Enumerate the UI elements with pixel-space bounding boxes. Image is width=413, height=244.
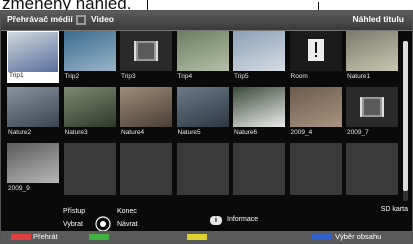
thumbnail-label: Room (290, 71, 343, 83)
yellow-button[interactable] (187, 234, 207, 240)
thumbnail-image (233, 87, 285, 127)
thumbnail-trip5[interactable]: Trip5 (233, 31, 285, 83)
scrollbar[interactable] (403, 41, 408, 201)
thumbnail-nature5[interactable]: Nature5 (177, 87, 229, 139)
empty-thumbnail-slot (64, 143, 116, 195)
app-title: Přehrávač médií (7, 14, 73, 24)
empty-thumbnail-slot (177, 143, 229, 195)
header-bar: Přehrávač médií Video Náhled titulu (1, 11, 412, 31)
thumbnail-label: Trip3 (120, 71, 173, 83)
sd-card-label: SD karta (381, 206, 408, 213)
thumbnail-label: Trip5 (233, 71, 286, 83)
thumbnail-image (7, 87, 59, 127)
thumbnail-label: Trip1 (8, 70, 59, 82)
help-back: Návrat (117, 221, 138, 228)
thumbnail-nature4[interactable]: Nature4 (120, 87, 172, 139)
scrollbar-thumb[interactable] (403, 41, 408, 191)
green-button[interactable] (89, 234, 109, 240)
thumbnail-label: Nature5 (177, 127, 230, 139)
thumbnail-label: 2009_9 (7, 183, 60, 195)
thumbnail-image (7, 143, 59, 183)
unsupported-file-icon (290, 31, 342, 71)
thumbnail-label: Trip4 (177, 71, 230, 83)
thumbnail-label: Trip2 (64, 71, 117, 83)
thumbnail-image (290, 87, 342, 127)
film-icon (346, 87, 398, 127)
thumbnail-label: 2009_7 (346, 127, 399, 139)
thumbnail-nature6[interactable]: Nature6 (233, 87, 285, 139)
thumbnail-label: Nature4 (120, 127, 173, 139)
video-folder-icon (75, 14, 87, 26)
thumbnail-image (346, 31, 398, 71)
help-select: Vybrat (63, 221, 83, 228)
thumbnail-image (177, 31, 229, 71)
thumbnail-label: Nature6 (233, 127, 286, 139)
thumbnail-trip3[interactable]: Trip3 (120, 31, 172, 83)
help-exit: Konec (117, 208, 137, 215)
thumbnail-image (64, 31, 116, 71)
blue-button-label: Výběr obsahu (335, 232, 381, 241)
blue-button[interactable] (311, 234, 331, 240)
info-icon: i (210, 216, 222, 225)
thumbnail-nature2[interactable]: Nature2 (7, 87, 59, 139)
thumbnail-trip1[interactable]: Trip1 (7, 31, 59, 83)
view-mode-title: Náhled titulu (353, 14, 404, 24)
thumbnail-nature1[interactable]: Nature1 (346, 31, 398, 83)
thumbnail-image (120, 87, 172, 127)
thumbnail-room[interactable]: Room (290, 31, 342, 83)
thumbnail-2009-9[interactable]: 2009_9 (7, 143, 59, 195)
thumbnail-nature3[interactable]: Nature3 (64, 87, 116, 139)
thumbnail-trip4[interactable]: Trip4 (177, 31, 229, 83)
thumbnail-2009-4[interactable]: 2009_4 (290, 87, 342, 139)
thumbnail-image (177, 87, 229, 127)
red-button[interactable] (11, 234, 31, 240)
thumbnail-trip2[interactable]: Trip2 (64, 31, 116, 83)
thumbnail-2009-7[interactable]: 2009_7 (346, 87, 398, 139)
empty-thumbnail-slot (346, 143, 398, 195)
empty-thumbnail-slot (290, 143, 342, 195)
thumbnail-label: Nature1 (346, 71, 399, 83)
media-player-screen: Přehrávač médií Video Náhled titulu Trip… (0, 10, 413, 244)
dpad-icon (95, 216, 111, 232)
section-title: Video (91, 14, 114, 24)
help-access: Přístup (63, 208, 85, 215)
thumbnail-image (233, 31, 285, 71)
thumbnail-label: 2009_4 (290, 127, 343, 139)
empty-thumbnail-slot (120, 143, 172, 195)
thumbnail-image (64, 87, 116, 127)
thumbnail-label: Nature2 (7, 127, 60, 139)
empty-thumbnail-slot (233, 143, 285, 195)
thumbnail-image (8, 32, 58, 72)
red-button-label: Přehrát (33, 232, 58, 241)
film-icon (120, 31, 172, 71)
thumbnail-label: Nature3 (64, 127, 117, 139)
help-info: Informace (227, 216, 258, 223)
footer-bar: Přehrát Výběr obsahu (1, 231, 412, 243)
